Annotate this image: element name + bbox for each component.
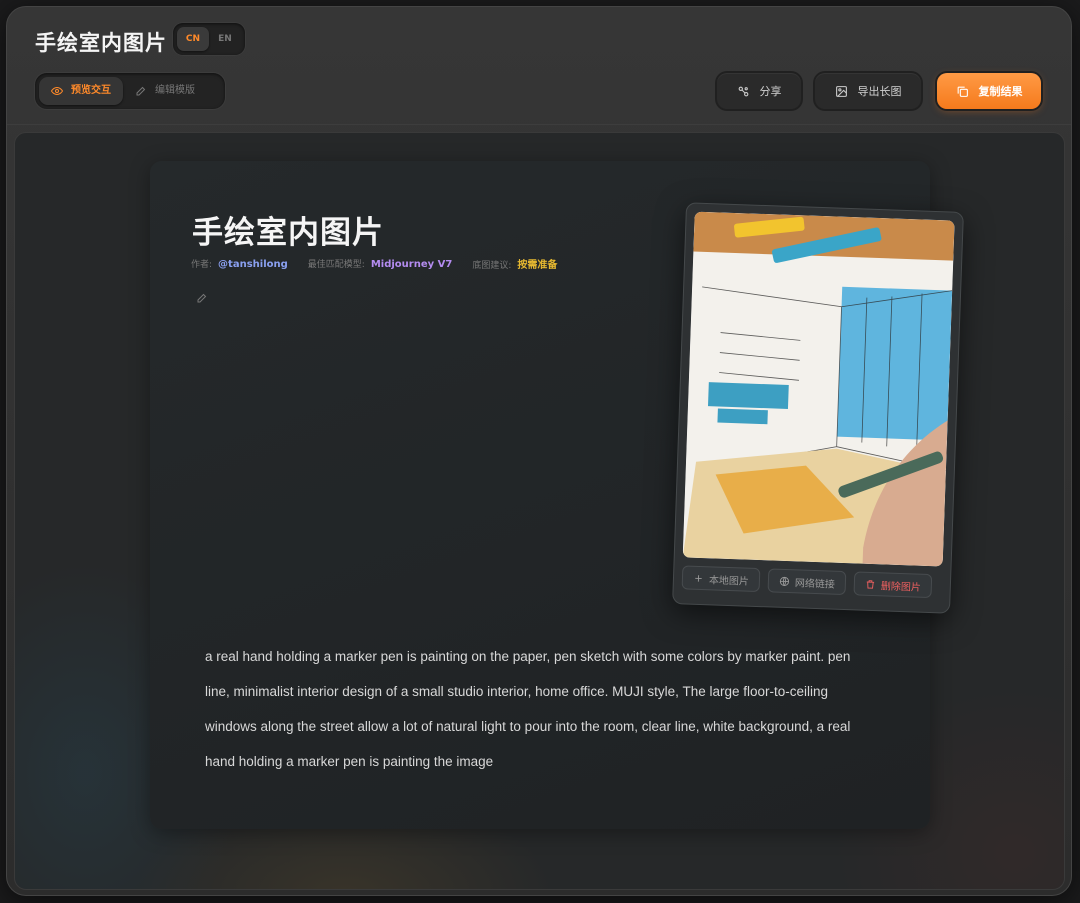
app-window: 手绘室内图片 CN EN 预览交互 编辑模版 分享 导出长图 复制结果 手绘室内… xyxy=(6,6,1072,896)
copy-icon xyxy=(957,86,968,97)
plus-icon xyxy=(695,574,702,582)
trash-icon xyxy=(866,579,875,589)
pencil-icon xyxy=(136,86,146,96)
export-button-label: 导出长图 xyxy=(857,85,902,98)
local-image-label: 本地图片 xyxy=(708,574,750,588)
prompt-text: a real hand holding a marker pen is pain… xyxy=(205,649,851,769)
suggest-meta: 底图建议: 按需准备 xyxy=(472,256,557,271)
sketch-illustration xyxy=(682,211,955,567)
share-icon xyxy=(738,86,748,96)
card-title: 手绘室内图片 xyxy=(192,215,384,251)
copy-result-button[interactable]: 复制结果 xyxy=(937,73,1041,109)
author-value[interactable]: @tanshilong xyxy=(218,259,288,270)
model-value: Midjourney V7 xyxy=(370,259,453,270)
eye-icon xyxy=(51,86,63,96)
reference-image-card: 本地图片 网络链接 删除图片 xyxy=(672,202,964,614)
web-link-label: 网络链接 xyxy=(794,577,836,591)
edit-mode-label: 编辑模版 xyxy=(155,85,195,96)
language-toggle[interactable]: CN EN xyxy=(173,23,245,55)
reference-image xyxy=(682,211,955,567)
author-label: 作者: xyxy=(191,260,213,270)
model-meta: 最佳匹配模型: Midjourney V7 xyxy=(308,257,453,270)
image-actions: 本地图片 网络链接 删除图片 xyxy=(681,565,933,599)
suggest-value: 按需准备 xyxy=(517,260,558,271)
local-image-button[interactable]: 本地图片 xyxy=(681,565,761,593)
card-meta: 作者: @tanshilong 最佳匹配模型: Midjourney V7 底图建议… xyxy=(191,256,557,271)
web-link-button[interactable]: 网络链接 xyxy=(767,568,847,596)
preview-mode-tab[interactable]: 预览交互 xyxy=(39,77,123,105)
model-label: 最佳匹配模型: xyxy=(307,260,365,270)
copy-button-label: 复制结果 xyxy=(978,85,1023,98)
edit-pencil-icon[interactable] xyxy=(196,292,208,304)
image-icon xyxy=(835,85,847,97)
export-image-button[interactable]: 导出长图 xyxy=(815,73,921,109)
edit-mode-tab[interactable]: 编辑模版 xyxy=(123,77,207,105)
share-button[interactable]: 分享 xyxy=(717,73,801,109)
preview-mode-label: 预览交互 xyxy=(71,85,111,96)
mode-toggle: 预览交互 编辑模版 xyxy=(35,73,225,109)
author-meta: 作者: @tanshilong xyxy=(191,257,288,270)
header-divider xyxy=(7,124,1071,125)
lang-option-en[interactable]: EN xyxy=(209,27,241,51)
suggest-label: 底图建议: xyxy=(472,261,512,271)
delete-image-button[interactable]: 删除图片 xyxy=(853,571,933,599)
lang-option-cn[interactable]: CN xyxy=(177,27,209,51)
share-button-label: 分享 xyxy=(759,85,782,98)
globe-icon xyxy=(779,576,790,586)
delete-image-label: 删除图片 xyxy=(880,580,921,594)
app-title: 手绘室内图片 xyxy=(35,31,167,55)
